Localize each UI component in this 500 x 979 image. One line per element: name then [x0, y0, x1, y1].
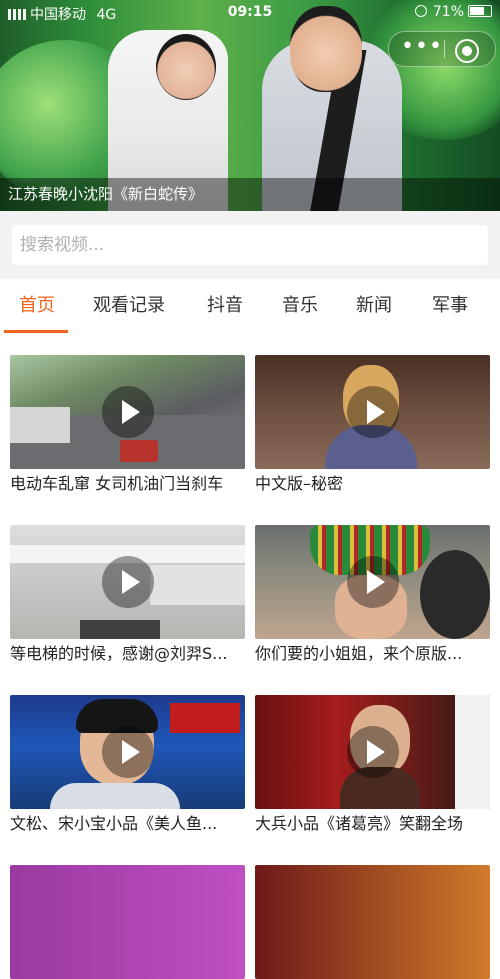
play-icon [101, 726, 154, 778]
capsule-divider [444, 40, 445, 58]
video-thumbnail[interactable] [255, 865, 490, 979]
video-thumbnail[interactable] [255, 525, 490, 639]
play-icon [101, 556, 154, 608]
battery-icon [468, 5, 492, 17]
video-title: 你们要的小姐姐，来个原版... [255, 644, 463, 663]
tab-military[interactable]: 军事 [432, 291, 468, 317]
play-icon [101, 386, 154, 438]
tab-music[interactable]: 音乐 [282, 291, 318, 317]
video-thumbnail[interactable] [10, 865, 245, 979]
tab-home[interactable]: 首页 [19, 291, 55, 317]
tab-douyin[interactable]: 抖音 [207, 291, 243, 317]
search-input[interactable] [12, 225, 488, 265]
tab-watch-history[interactable]: 观看记录 [93, 291, 165, 317]
orientation-lock-icon [414, 5, 427, 17]
status-bar: 中国移动 4G 09:15 71% [0, 0, 500, 26]
video-thumbnail[interactable] [10, 355, 245, 469]
more-options-icon[interactable]: ••• [401, 32, 442, 66]
hero-banner[interactable]: 中国移动 4G 09:15 71% ••• 江苏春晚小沈阳《新白蛇传》 [0, 0, 500, 211]
close-miniprogram-icon[interactable] [455, 39, 479, 63]
play-icon [346, 726, 399, 778]
video-title: 大兵小品《诸葛亮》笑翻全场 [255, 814, 464, 833]
miniprogram-capsule: ••• [388, 31, 496, 67]
video-thumbnail[interactable] [10, 525, 245, 639]
video-thumbnail[interactable] [255, 355, 490, 469]
video-title: 中文版–秘密 [255, 474, 344, 493]
search-bar [0, 211, 500, 279]
category-tabs: 首页 观看记录 抖音 音乐 新闻 军事 [0, 283, 500, 335]
play-icon [346, 386, 399, 438]
video-title: 文松、宋小宝小品《美人鱼... [10, 814, 218, 833]
hero-caption: 江苏春晚小沈阳《新白蛇传》 [0, 178, 500, 211]
play-icon [346, 556, 399, 608]
video-thumbnail[interactable] [255, 695, 490, 809]
video-title: 电动车乱窜 女司机油门当刹车 [10, 474, 224, 493]
battery-percent: 71% [432, 4, 464, 20]
video-title: 等电梯的时候，感谢@刘羿S... [10, 644, 228, 663]
tab-news[interactable]: 新闻 [356, 291, 392, 317]
active-tab-indicator [4, 330, 68, 333]
video-thumbnail[interactable] [10, 695, 245, 809]
